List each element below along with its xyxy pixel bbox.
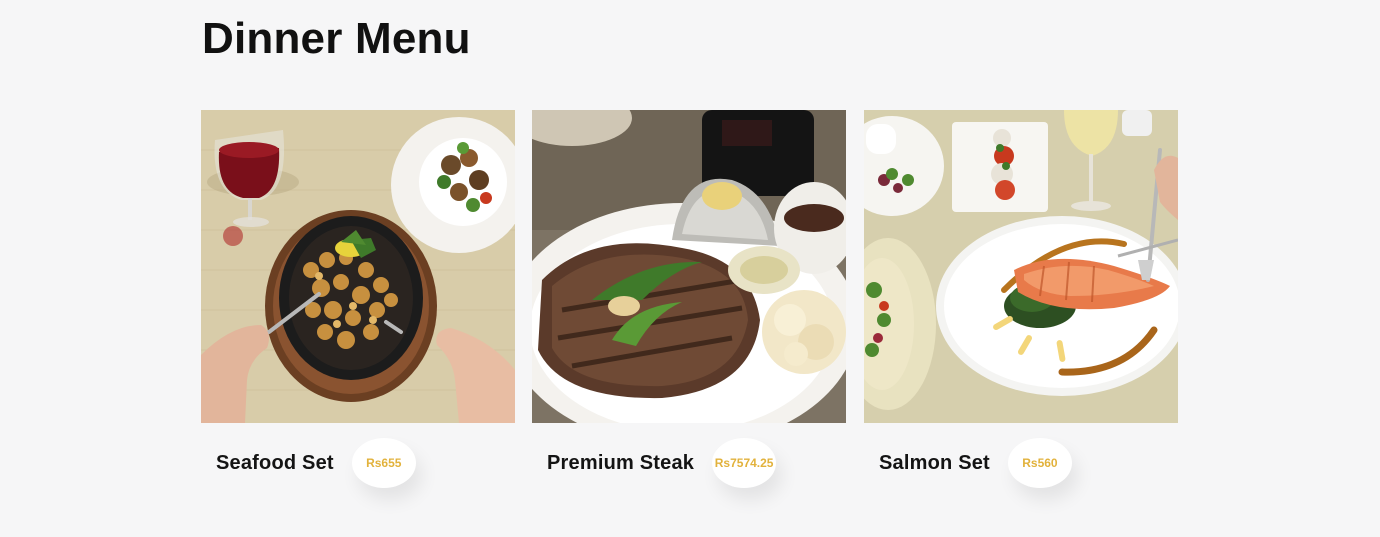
price-badge: Rs655	[351, 438, 416, 488]
premium-steak-photo[interactable]	[532, 110, 846, 423]
menu-card-seafood-set[interactable]: Seafood Set Rs655	[201, 110, 515, 510]
menu-card-salmon-set[interactable]: Salmon Set Rs560	[864, 110, 1178, 510]
dinner-menu-page: Dinner Menu Seafood Set Rs655 Premium St…	[0, 0, 1380, 537]
price-badge: Rs7574.25	[712, 438, 777, 488]
menu-item-caption: Salmon Set Rs560	[879, 438, 1072, 488]
menu-item-caption: Seafood Set Rs655	[216, 438, 416, 488]
page-title: Dinner Menu	[202, 14, 471, 63]
dish-name: Premium Steak	[547, 451, 695, 474]
seafood-set-photo[interactable]	[201, 110, 515, 423]
dish-name: Seafood Set	[216, 451, 334, 474]
menu-item-caption: Premium Steak Rs7574.25	[547, 438, 777, 488]
menu-card-premium-steak[interactable]: Premium Steak Rs7574.25	[532, 110, 846, 510]
dish-name: Salmon Set	[879, 451, 990, 474]
price-badge: Rs560	[1007, 438, 1072, 488]
menu-cards: Seafood Set Rs655 Premium Steak Rs7574.2…	[201, 110, 1181, 520]
salmon-set-photo[interactable]	[864, 110, 1178, 423]
